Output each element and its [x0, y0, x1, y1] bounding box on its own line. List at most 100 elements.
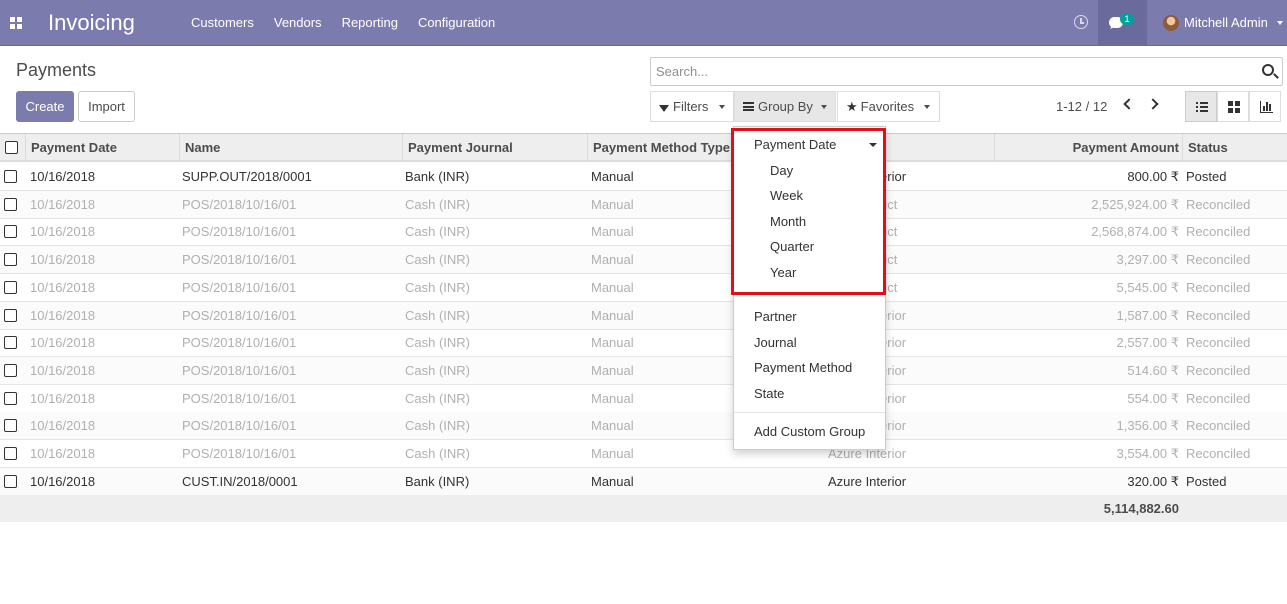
table-row[interactable]: 10/16/2018 POS/2018/10/16/01 Cash (INR) Man… [0, 190, 1287, 219]
header-status[interactable]: Status [1183, 134, 1287, 161]
cell-name: POS/2018/10/16/01 [182, 390, 297, 406]
star-icon: ★ [846, 99, 858, 114]
cell-name: CUST.IN/2018/0001 [182, 473, 298, 489]
list-view-button[interactable] [1185, 91, 1217, 122]
search-box [650, 57, 1283, 86]
cell-status: Reconciled [1186, 307, 1251, 323]
filters-button[interactable]: Filters [650, 91, 734, 122]
header-payment-journal[interactable]: Payment Journal [403, 134, 588, 161]
table-row[interactable]: 10/16/2018 POS/2018/10/16/01 Cash (INR) Man… [0, 218, 1287, 247]
cell-payment-date: 10/16/2018 [30, 335, 96, 351]
cell-status: Reconciled [1186, 279, 1251, 295]
create-button[interactable]: Create [16, 91, 74, 122]
row-checkbox[interactable] [4, 474, 17, 488]
cell-name: POS/2018/10/16/01 [182, 252, 297, 268]
cell-payment-date: 10/16/2018 [30, 390, 96, 406]
filters-label: Filters [673, 99, 709, 114]
row-checkbox[interactable] [4, 419, 17, 433]
import-button[interactable]: Import [78, 91, 135, 122]
header-payment-amount[interactable]: Payment Amount [995, 134, 1183, 161]
group-by-button[interactable]: Group By [734, 91, 836, 122]
apps-menu-icon[interactable] [10, 17, 22, 29]
table-row[interactable]: 10/16/2018 POS/2018/10/16/01 Cash (INR) Man… [0, 246, 1287, 275]
cell-payment-journal: Bank (INR) [405, 473, 470, 489]
menu-reporting[interactable]: Reporting [332, 0, 408, 46]
cell-payment-amount: 2,568,874.00 ₹ [1091, 224, 1179, 240]
table-row[interactable]: 10/16/2018 CUST.IN/2018/0001 Bank (INR) Man… [0, 467, 1287, 496]
add-custom-group[interactable]: Add Custom Group [754, 424, 865, 439]
table-row[interactable]: 10/16/2018 POS/2018/10/16/01 Cash (INR) Man… [0, 301, 1287, 330]
menu-customers[interactable]: Customers [181, 0, 264, 46]
group-by-state[interactable]: State [754, 386, 784, 401]
select-all-checkbox[interactable] [5, 141, 18, 154]
cell-payment-journal: Cash (INR) [405, 335, 471, 351]
row-checkbox[interactable] [4, 308, 17, 322]
table-row[interactable]: 10/16/2018 POS/2018/10/16/01 Cash (INR) Man… [0, 329, 1287, 358]
table-row[interactable]: 10/16/2018 SUPP.OUT/2018/0001 Bank (INR) Ma… [0, 163, 1287, 191]
table-row[interactable]: 10/16/2018 POS/2018/10/16/01 Cash (INR) Man… [0, 274, 1287, 302]
search-icon[interactable] [1262, 64, 1274, 76]
chevron-down-icon [719, 105, 725, 109]
row-checkbox[interactable] [4, 363, 17, 377]
cell-payment-amount: 1,587.00 ₹ [1116, 307, 1180, 323]
favorites-label: Favorites [860, 99, 915, 114]
list-view-icon [1196, 102, 1208, 112]
table-row[interactable]: 10/16/2018 POS/2018/10/16/01 Cash (INR) Man… [0, 412, 1287, 441]
kanban-view-button[interactable] [1217, 91, 1249, 122]
cell-payment-date: 10/16/2018 [30, 362, 96, 378]
bars-icon [743, 102, 754, 111]
pager-value[interactable]: 1-12 / 12 [1056, 99, 1107, 114]
row-checkbox[interactable] [4, 336, 17, 350]
row-checkbox[interactable] [4, 280, 17, 294]
user-menu[interactable]: Mitchell Admin [1184, 15, 1268, 30]
cell-payment-journal: Bank (INR) [405, 169, 470, 184]
pager-previous-icon[interactable] [1123, 98, 1135, 110]
header-payment-date[interactable]: Payment Date [26, 134, 180, 161]
table-row[interactable]: 10/16/2018 POS/2018/10/16/01 Cash (INR) Man… [0, 356, 1287, 385]
cell-payment-journal: Cash (INR) [405, 446, 471, 461]
row-checkbox[interactable] [4, 253, 17, 267]
row-checkbox[interactable] [4, 447, 17, 460]
cell-status: Reconciled [1186, 335, 1251, 351]
breadcrumb: Payments [16, 60, 97, 80]
cell-payment-journal: Cash (INR) [405, 224, 471, 240]
cell-status: Reconciled [1186, 252, 1251, 268]
pager-next-icon[interactable] [1147, 98, 1159, 110]
user-avatar[interactable] [1163, 15, 1179, 31]
app-title[interactable]: Invoicing [48, 10, 135, 36]
table-row[interactable]: 10/16/2018 POS/2018/10/16/01 Cash (INR) Man… [0, 440, 1287, 468]
favorites-button[interactable]: ★ Favorites [837, 91, 940, 122]
cell-status: Reconciled [1186, 362, 1251, 378]
search-input[interactable] [656, 64, 1246, 79]
cell-name: POS/2018/10/16/01 [182, 224, 297, 240]
chevron-down-icon [924, 105, 930, 109]
graph-view-button[interactable] [1249, 91, 1281, 122]
activity-clock-icon[interactable] [1074, 15, 1088, 29]
header-name[interactable]: Name [180, 134, 403, 161]
group-by-payment-method[interactable]: Payment Method [754, 360, 852, 375]
row-checkbox[interactable] [4, 170, 17, 183]
cell-payment-date: 10/16/2018 [30, 446, 96, 461]
row-checkbox[interactable] [4, 225, 17, 239]
kanban-view-icon [1228, 101, 1240, 113]
row-checkbox[interactable] [4, 197, 17, 211]
cell-status: Reconciled [1186, 390, 1251, 406]
cell-status: Reconciled [1186, 446, 1251, 461]
cell-payment-date: 10/16/2018 [30, 169, 96, 184]
cell-payment-amount: 3,554.00 ₹ [1116, 446, 1180, 461]
group-by-journal[interactable]: Journal [754, 335, 797, 350]
cell-status: Reconciled [1186, 196, 1251, 212]
cell-payment-date: 10/16/2018 [30, 307, 96, 323]
cell-payment-journal: Cash (INR) [405, 362, 471, 378]
cell-payment-amount: 320.00 ₹ [1127, 473, 1179, 489]
row-checkbox[interactable] [4, 391, 17, 405]
cell-status: Reconciled [1186, 224, 1251, 240]
menu-configuration[interactable]: Configuration [408, 0, 505, 46]
cell-name: POS/2018/10/16/01 [182, 307, 297, 323]
cell-payment-amount: 3,297.00 ₹ [1116, 252, 1180, 268]
cell-payment-amount: 554.00 ₹ [1127, 390, 1179, 406]
group-by-partner[interactable]: Partner [754, 309, 797, 324]
menu-vendors[interactable]: Vendors [264, 0, 332, 46]
table-row[interactable]: 10/16/2018 POS/2018/10/16/01 Cash (INR) Man… [0, 385, 1287, 413]
messaging-button[interactable]: 1 [1098, 0, 1147, 45]
